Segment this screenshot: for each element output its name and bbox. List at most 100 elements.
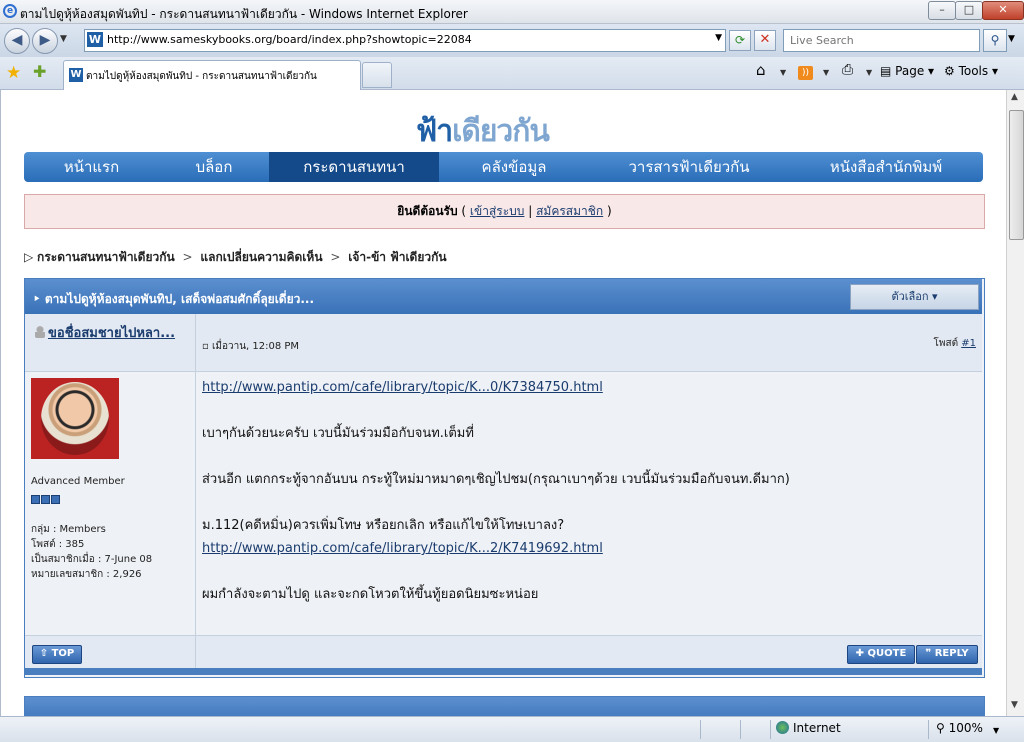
post-author-cell: ขอชื่อสมชายไปหลา... xyxy=(25,314,196,372)
stop-icon: ✕ xyxy=(759,32,771,47)
refresh-button[interactable]: ⟳ xyxy=(729,30,751,51)
gear-icon: ⚙ xyxy=(944,64,959,78)
minimize-button[interactable]: – xyxy=(928,1,956,20)
tools-menu-label: Tools xyxy=(958,64,989,78)
nav-forum[interactable]: กระดานสนทนา xyxy=(269,152,439,182)
search-input[interactable] xyxy=(788,33,977,48)
ie-logo-icon: e xyxy=(3,4,17,18)
welcome-bar: ยินดีต้อนรับ ( เข้าสู่ระบบ | สมัครสมาชิก… xyxy=(24,194,985,229)
top-label: TOP xyxy=(51,648,75,659)
thread-bullet-icon: ‣ xyxy=(33,292,45,306)
avatar xyxy=(31,378,119,459)
zoom-dropdown-icon[interactable]: ▼ xyxy=(993,726,999,735)
nav-publications[interactable]: หนังสือสำนักพิมพ์ xyxy=(789,152,983,182)
post-text-line: เบาๆกันด้วยนะครับ เวบนี้มันร่วมมือกับจนท… xyxy=(202,426,474,441)
post-text-line: ม.112(คดีหมิ่น)ควรเพิ่มโทษ หรือยกเลิก หร… xyxy=(202,518,565,533)
tab-active[interactable]: W ตามไปดูหุ้ห้องสมุดพันทิป - กระดานสนทนา… xyxy=(63,60,361,91)
zoom-value: 100% xyxy=(948,721,983,735)
plus-icon: ✚ xyxy=(855,648,868,659)
tab-command-bar: ★ ✚ W ตามไปดูหุ้ห้องสมุดพันทิป - กระดานส… xyxy=(0,57,1024,91)
post-meta-cell: ▫ เมื่อวาน, 12:08 PM โพสต์ #1 xyxy=(196,314,982,372)
post-footer-right: ✚ QUOTE ❞ REPLY xyxy=(196,635,982,668)
tools-menu[interactable]: ⚙ Tools ▾ xyxy=(944,64,998,78)
thread-options-button[interactable]: ตัวเลือก ▾ xyxy=(850,284,979,310)
options-label: ตัวเลือก xyxy=(891,290,929,303)
new-tab-button[interactable] xyxy=(362,62,392,88)
address-field[interactable]: W http://www.sameskybooks.org/board/inde… xyxy=(84,29,726,52)
site-logo[interactable]: ฟ้าเดียวกัน xyxy=(416,108,550,155)
favorites-star-icon[interactable]: ★ xyxy=(6,63,21,83)
nav-home[interactable]: หน้าแรก xyxy=(24,152,159,182)
vertical-scrollbar[interactable]: ▲ ▼ xyxy=(1006,90,1024,716)
rank-pips xyxy=(31,493,61,507)
address-dropdown-icon[interactable]: ▼ xyxy=(715,33,722,43)
address-toolbar: ◀ ▶ ▼ W http://www.sameskybooks.org/boar… xyxy=(0,24,1024,57)
thread-header: ‣ ตามไปดูหุ้ห้องสมุดพันทิป, เสด็จพ่อสมศั… xyxy=(25,279,982,314)
page-menu-label: Page xyxy=(895,64,925,78)
arrow-up-icon: ⇧ xyxy=(39,648,52,659)
logo-rest-text: เดียวกัน xyxy=(452,114,550,149)
avatar-portrait xyxy=(41,382,109,455)
reply-label: REPLY xyxy=(934,648,969,659)
window-title-bar: e ตามไปดูหุ้ห้องสมุดพันทิป - กระดานสนทนา… xyxy=(0,0,1024,24)
user-group: กลุ่ม : Members xyxy=(31,524,106,535)
nav-archive[interactable]: คลังข้อมูล xyxy=(439,152,589,182)
feeds-dropdown-icon[interactable]: ▼ xyxy=(823,68,829,77)
security-zone: Internet xyxy=(793,721,841,735)
post-link[interactable]: http://www.pantip.com/cafe/library/topic… xyxy=(202,541,603,556)
page-viewport: ฟ้าเดียวกัน หน้าแรก บล็อก กระดานสนทนา คล… xyxy=(0,90,1006,716)
breadcrumb-item[interactable]: กระดานสนทนาฟ้าเดียวกัน xyxy=(37,250,175,264)
page-menu[interactable]: ▤ Page ▾ xyxy=(880,64,934,78)
feeds-icon[interactable]: )) xyxy=(798,66,813,80)
user-rank: Advanced Member xyxy=(31,476,125,487)
nav-blog[interactable]: บล็อก xyxy=(159,152,269,182)
logo-main-text: ฟ้า xyxy=(416,114,453,149)
maximize-button[interactable]: □ xyxy=(955,1,983,20)
search-button[interactable]: ⚲ xyxy=(983,29,1007,52)
nav-journal[interactable]: วารสารฟ้าเดียวกัน xyxy=(589,152,789,182)
stop-button[interactable]: ✕ xyxy=(754,30,776,51)
home-icon[interactable]: ⌂ xyxy=(756,61,766,79)
search-field[interactable] xyxy=(783,29,980,52)
welcome-greeting: ยินดีต้อนรับ xyxy=(397,204,458,218)
print-icon[interactable]: ⎙ xyxy=(842,62,853,78)
close-button[interactable]: ✕ xyxy=(982,1,1024,20)
globe-icon xyxy=(776,721,789,734)
forward-arrow-icon: ▶ xyxy=(39,32,51,48)
recent-pages-dropdown[interactable]: ▼ xyxy=(60,34,67,44)
breadcrumb-item[interactable]: เจ้า-ข้า ฟ้าเดียวกัน xyxy=(348,250,446,264)
post-body: http://www.pantip.com/cafe/library/topic… xyxy=(196,372,982,644)
post-number-link[interactable]: #1 xyxy=(961,338,976,349)
breadcrumb-item[interactable]: แลกเปลี่ยนความคิดเห็น xyxy=(200,250,322,264)
thread-container: ‣ ตามไปดูหุ้ห้องสมุดพันทิป, เสด็จพ่อสมศั… xyxy=(24,278,985,678)
post-author-name[interactable]: ขอชื่อสมชายไปหลา... xyxy=(48,326,175,341)
scrollbar-thumb[interactable] xyxy=(1009,110,1024,240)
register-link[interactable]: สมัครสมาชิก xyxy=(536,204,603,218)
window-title: ตามไปดูหุ้ห้องสมุดพันทิป - กระดานสนทนาฟ้… xyxy=(20,7,468,21)
page-icon: ▤ xyxy=(880,64,896,78)
home-dropdown-icon[interactable]: ▼ xyxy=(780,68,786,77)
quote-mark-icon: ❞ xyxy=(925,648,935,659)
scroll-up-icon[interactable]: ▲ xyxy=(1011,92,1018,102)
scroll-down-icon[interactable]: ▼ xyxy=(1011,700,1018,710)
zoom-icon: ⚲ xyxy=(936,721,949,735)
breadcrumb: ▷ กระดานสนทนาฟ้าเดียวกัน > แลกเปลี่ยนควา… xyxy=(24,250,447,264)
next-post-header xyxy=(24,696,985,716)
add-favorite-icon[interactable]: ✚ xyxy=(33,62,46,81)
top-button[interactable]: ⇧ TOP xyxy=(32,645,82,664)
print-dropdown-icon[interactable]: ▼ xyxy=(866,68,872,77)
login-link[interactable]: เข้าสู่ระบบ xyxy=(470,204,525,218)
forward-button[interactable]: ▶ xyxy=(32,28,58,54)
post-icon: ▫ xyxy=(202,341,212,352)
post-link[interactable]: http://www.pantip.com/cafe/library/topic… xyxy=(202,380,603,395)
thread-bottom-bar xyxy=(25,668,982,675)
reply-button[interactable]: ❞ REPLY xyxy=(916,645,978,664)
quote-button[interactable]: ✚ QUOTE xyxy=(847,645,915,664)
tab-label: ตามไปดูหุ้ห้องสมุดพันทิป - กระดานสนทนาฟ้… xyxy=(86,71,317,82)
search-options-dropdown[interactable]: ▼ xyxy=(1008,34,1015,44)
url-text[interactable]: http://www.sameskybooks.org/board/index.… xyxy=(107,33,472,46)
zoom-level[interactable]: ⚲ 100% xyxy=(936,721,983,735)
breadcrumb-arrow-icon: ▷ xyxy=(24,250,38,264)
chevron-down-icon: ▾ xyxy=(932,290,938,303)
back-button[interactable]: ◀ xyxy=(4,28,30,54)
